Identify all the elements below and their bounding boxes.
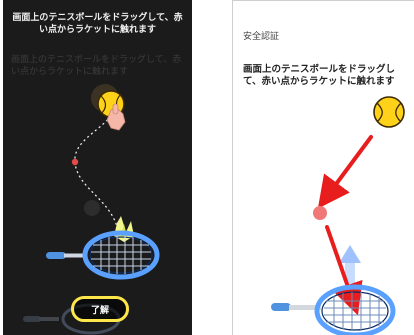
- tutorial-screen: 画面上のテニスボールをドラッグして、赤い点からラケットに触れます 画面上のテニス…: [3, 0, 192, 335]
- drag-path: [74, 115, 120, 237]
- tutorial-illustration: [23, 84, 160, 335]
- tennis-ball-icon[interactable]: [373, 96, 405, 128]
- tennis-racket-icon: [271, 284, 396, 335]
- red-dot-icon: [71, 158, 79, 166]
- tennis-racket-icon: [46, 230, 160, 280]
- red-dot-icon: [313, 206, 327, 220]
- verification-canvas[interactable]: [233, 1, 414, 335]
- ball-ghost: [84, 200, 100, 216]
- red-arrow-icon: [317, 135, 373, 209]
- confirm-button[interactable]: 了解: [71, 296, 129, 322]
- verification-screen: 安全認証 画面上のテニスボールをドラッグして、赤い点からラケットに触れます: [232, 0, 414, 335]
- screen-root: 画面上のテニスボールをドラッグして、赤い点からラケットに触れます 画面上のテニス…: [0, 0, 414, 335]
